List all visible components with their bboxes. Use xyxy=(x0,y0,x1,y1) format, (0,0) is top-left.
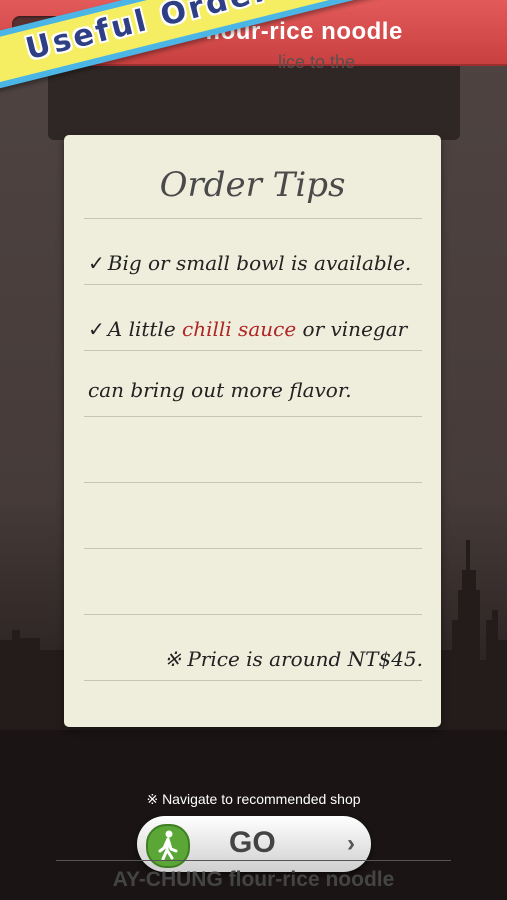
ruled-line xyxy=(84,284,422,285)
ruled-line xyxy=(84,680,422,681)
navigate-hint: ※ Navigate to recommended shop xyxy=(146,791,361,807)
shop-name: AY-CHUNG flour-rice noodle xyxy=(112,868,395,891)
tip-line: can bring out more flavor. xyxy=(88,378,352,402)
check-icon: ✓ xyxy=(88,251,105,275)
ruled-line xyxy=(84,416,422,417)
check-icon: ✓ xyxy=(88,317,105,341)
highlight-text: chilli sauce xyxy=(182,317,297,341)
tip-line: ✓ Big or small bowl is available. xyxy=(88,251,412,275)
walking-person-icon xyxy=(146,824,190,868)
order-tips-card: Order Tips ✓ Big or small bowl is availab… xyxy=(64,135,441,727)
ruled-line xyxy=(84,548,422,549)
price-note: ※ Price is around NT$45. xyxy=(164,647,423,671)
description-text: lice to the xyxy=(278,52,356,72)
chevron-right-icon: › xyxy=(347,830,355,857)
description-card: lice to the xyxy=(48,52,460,140)
divider xyxy=(56,860,451,861)
card-title: Order Tips xyxy=(159,165,346,205)
ruled-line xyxy=(84,482,422,483)
go-button[interactable]: GO › xyxy=(137,816,371,872)
ruled-line xyxy=(84,350,422,351)
ruled-line xyxy=(84,614,422,615)
tip-line: ✓ A little chilli sauce or vinegar xyxy=(88,317,408,341)
go-label: GO xyxy=(229,826,276,859)
ruled-line xyxy=(84,218,422,219)
